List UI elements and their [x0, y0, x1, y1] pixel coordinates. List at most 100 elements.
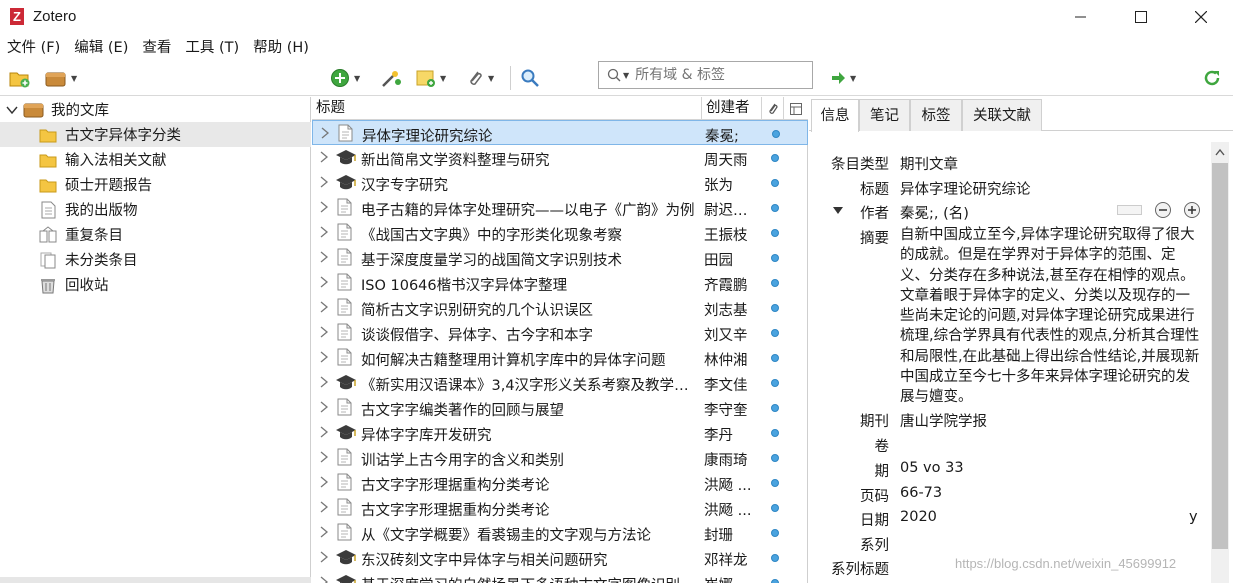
collection-item[interactable]: 古文字异体字分类 — [0, 122, 311, 147]
attachment-dot-icon[interactable] — [771, 454, 779, 462]
author-value[interactable]: 秦冕;, (名) — [900, 202, 969, 223]
column-header-title[interactable]: 标题 — [312, 97, 702, 120]
trash-item[interactable]: 回收站 — [0, 272, 311, 297]
attachment-dot-icon[interactable] — [771, 304, 779, 312]
new-note-button[interactable]: ▼ — [416, 66, 446, 90]
advanced-search-button[interactable] — [520, 66, 540, 90]
chevron-right-icon[interactable] — [319, 475, 329, 489]
chevron-right-icon[interactable] — [319, 225, 329, 239]
collection-item[interactable]: 输入法相关文献 — [0, 147, 311, 172]
search-mode-arrow-icon[interactable]: ▼ — [623, 71, 629, 80]
new-library-button[interactable]: ▼ — [45, 66, 77, 90]
remove-creator-icon[interactable] — [1154, 201, 1172, 219]
chevron-right-icon[interactable] — [319, 325, 329, 339]
sync-button[interactable] — [1203, 66, 1221, 90]
attachment-dot-icon[interactable] — [771, 504, 779, 512]
date-value[interactable]: 2020 — [900, 509, 937, 525]
table-row[interactable]: 谈谈假借字、异体字、古今字和本字 刘又辛 — [312, 320, 808, 345]
tab-tags[interactable]: 标签 — [910, 99, 962, 131]
title-value[interactable]: 异体字理论研究综论 — [900, 178, 1031, 199]
chevron-right-icon[interactable] — [319, 350, 329, 364]
table-row[interactable]: 东汉砖刻文字中异体字与相关问题研究 邓祥龙 — [312, 545, 808, 570]
creator-name-toggle[interactable] — [1117, 205, 1142, 215]
attachment-dot-icon[interactable] — [771, 204, 779, 212]
menu-view[interactable]: 查看 — [135, 36, 178, 60]
chevron-down-icon[interactable] — [6, 104, 18, 116]
column-header-attachments[interactable] — [762, 97, 784, 120]
chevron-right-icon[interactable] — [319, 450, 329, 464]
attachment-dot-icon[interactable] — [771, 154, 779, 162]
attachment-dot-icon[interactable] — [772, 130, 780, 138]
horizontal-scrollbar[interactable] — [0, 577, 311, 583]
attachment-dot-icon[interactable] — [771, 579, 779, 583]
chevron-right-icon[interactable] — [319, 300, 329, 314]
tab-notes[interactable]: 笔记 — [859, 99, 910, 131]
new-item-button[interactable]: ▼ — [330, 66, 360, 90]
table-row[interactable]: 古文字字形理据重构分类考论 洪飏 ... — [312, 495, 808, 520]
chevron-right-icon[interactable] — [319, 150, 329, 164]
table-row[interactable]: 古文字字形理据重构分类考论 洪飏 ... — [312, 470, 808, 495]
menu-file[interactable]: 文件 (F) — [0, 36, 67, 60]
chevron-right-icon[interactable] — [319, 175, 329, 189]
scrollbar-thumb[interactable] — [1212, 163, 1228, 549]
chevron-right-icon[interactable] — [319, 550, 329, 564]
table-row[interactable]: 新出简帛文学资料整理与研究 周天雨 — [312, 145, 808, 170]
table-row[interactable]: 训诂学上古今用字的含义和类别 康雨琦 — [312, 445, 808, 470]
search-field[interactable]: ▼ — [598, 61, 813, 89]
minimize-button[interactable] — [1058, 0, 1104, 34]
attachment-dot-icon[interactable] — [771, 429, 779, 437]
table-row[interactable]: 《战国古文字典》中的字形类化现象考察 王振枝 — [312, 220, 808, 245]
table-row[interactable]: 电子古籍的异体字处理研究——以电子《广韵》为例尉迟治平 — [312, 195, 808, 220]
scroll-up-arrow-icon[interactable] — [1215, 148, 1225, 156]
attachment-dot-icon[interactable] — [771, 404, 779, 412]
table-row[interactable]: 汉字专字研究 张为 — [312, 170, 808, 195]
issue-value[interactable]: 05 vo 33 — [900, 460, 964, 476]
close-button[interactable] — [1178, 0, 1224, 34]
attachment-dot-icon[interactable] — [771, 554, 779, 562]
table-row[interactable]: 异体字字库开发研究 李丹 — [312, 420, 808, 445]
table-row[interactable]: 《新实用汉语课本》3,4汉字形义关系考察及教学策略研究 李文佳 — [312, 370, 808, 395]
maximize-button[interactable] — [1118, 0, 1164, 34]
chevron-right-icon[interactable] — [319, 425, 329, 439]
table-row[interactable]: 异体字理论研究综论 秦冕; — [312, 120, 808, 145]
new-collection-button[interactable] — [9, 66, 31, 90]
abstract-value[interactable]: 自新中国成立至今,异体字理论研究取得了很大的成就。但是在学界对于异体字的范围、定… — [900, 225, 1204, 408]
my-publications-item[interactable]: 我的出版物 — [0, 197, 311, 222]
attachment-dot-icon[interactable] — [771, 254, 779, 262]
search-input[interactable] — [635, 67, 806, 83]
table-row[interactable]: 简析古文字识别研究的几个认识误区 刘志基 — [312, 295, 808, 320]
chevron-right-icon[interactable] — [319, 525, 329, 539]
table-row[interactable]: 如何解决古籍整理用计算机字库中的异体字问题 林仲湘 — [312, 345, 808, 370]
attachment-button[interactable]: ▼ — [466, 66, 494, 90]
chevron-right-icon[interactable] — [320, 126, 330, 140]
attachment-dot-icon[interactable] — [771, 479, 779, 487]
attachment-dot-icon[interactable] — [771, 529, 779, 537]
table-row[interactable]: 古文字字编类著作的回顾与展望 李守奎 — [312, 395, 808, 420]
add-by-identifier-button[interactable] — [380, 66, 402, 90]
duplicate-items-item[interactable]: 重复条目 — [0, 222, 311, 247]
locate-button[interactable]: ▼ — [830, 66, 856, 90]
attachment-dot-icon[interactable] — [771, 179, 779, 187]
attachment-dot-icon[interactable] — [771, 279, 779, 287]
tab-related[interactable]: 关联文献 — [962, 99, 1042, 131]
table-row[interactable]: 基于深度学习的自然场景下多语种古文字图像识别崔娜 — [312, 570, 808, 583]
publication-value[interactable]: 唐山学院学报 — [900, 410, 987, 431]
menu-help[interactable]: 帮助 (H) — [246, 36, 316, 60]
item-type-value[interactable]: 期刊文章 — [900, 153, 958, 174]
chevron-right-icon[interactable] — [319, 250, 329, 264]
chevron-right-icon[interactable] — [319, 575, 329, 583]
chevron-right-icon[interactable] — [319, 400, 329, 414]
chevron-right-icon[interactable] — [319, 200, 329, 214]
column-header-creator[interactable]: 创建者 — [702, 97, 762, 120]
chevron-right-icon[interactable] — [319, 500, 329, 514]
add-creator-icon[interactable] — [1183, 201, 1201, 219]
chevron-right-icon[interactable] — [319, 375, 329, 389]
table-row[interactable]: 基于深度度量学习的战国简文字识别技术 田园 — [312, 245, 808, 270]
tab-info[interactable]: 信息 — [811, 99, 859, 132]
attachment-dot-icon[interactable] — [771, 229, 779, 237]
menu-tools[interactable]: 工具 (T) — [178, 36, 246, 60]
table-row[interactable]: ISO 10646楷书汉字异体字整理 齐霞鹏 — [312, 270, 808, 295]
attachment-dot-icon[interactable] — [771, 379, 779, 387]
table-row[interactable]: 从《文字学概要》看裘锡圭的文字观与方法论 封珊 — [312, 520, 808, 545]
attachment-dot-icon[interactable] — [771, 354, 779, 362]
